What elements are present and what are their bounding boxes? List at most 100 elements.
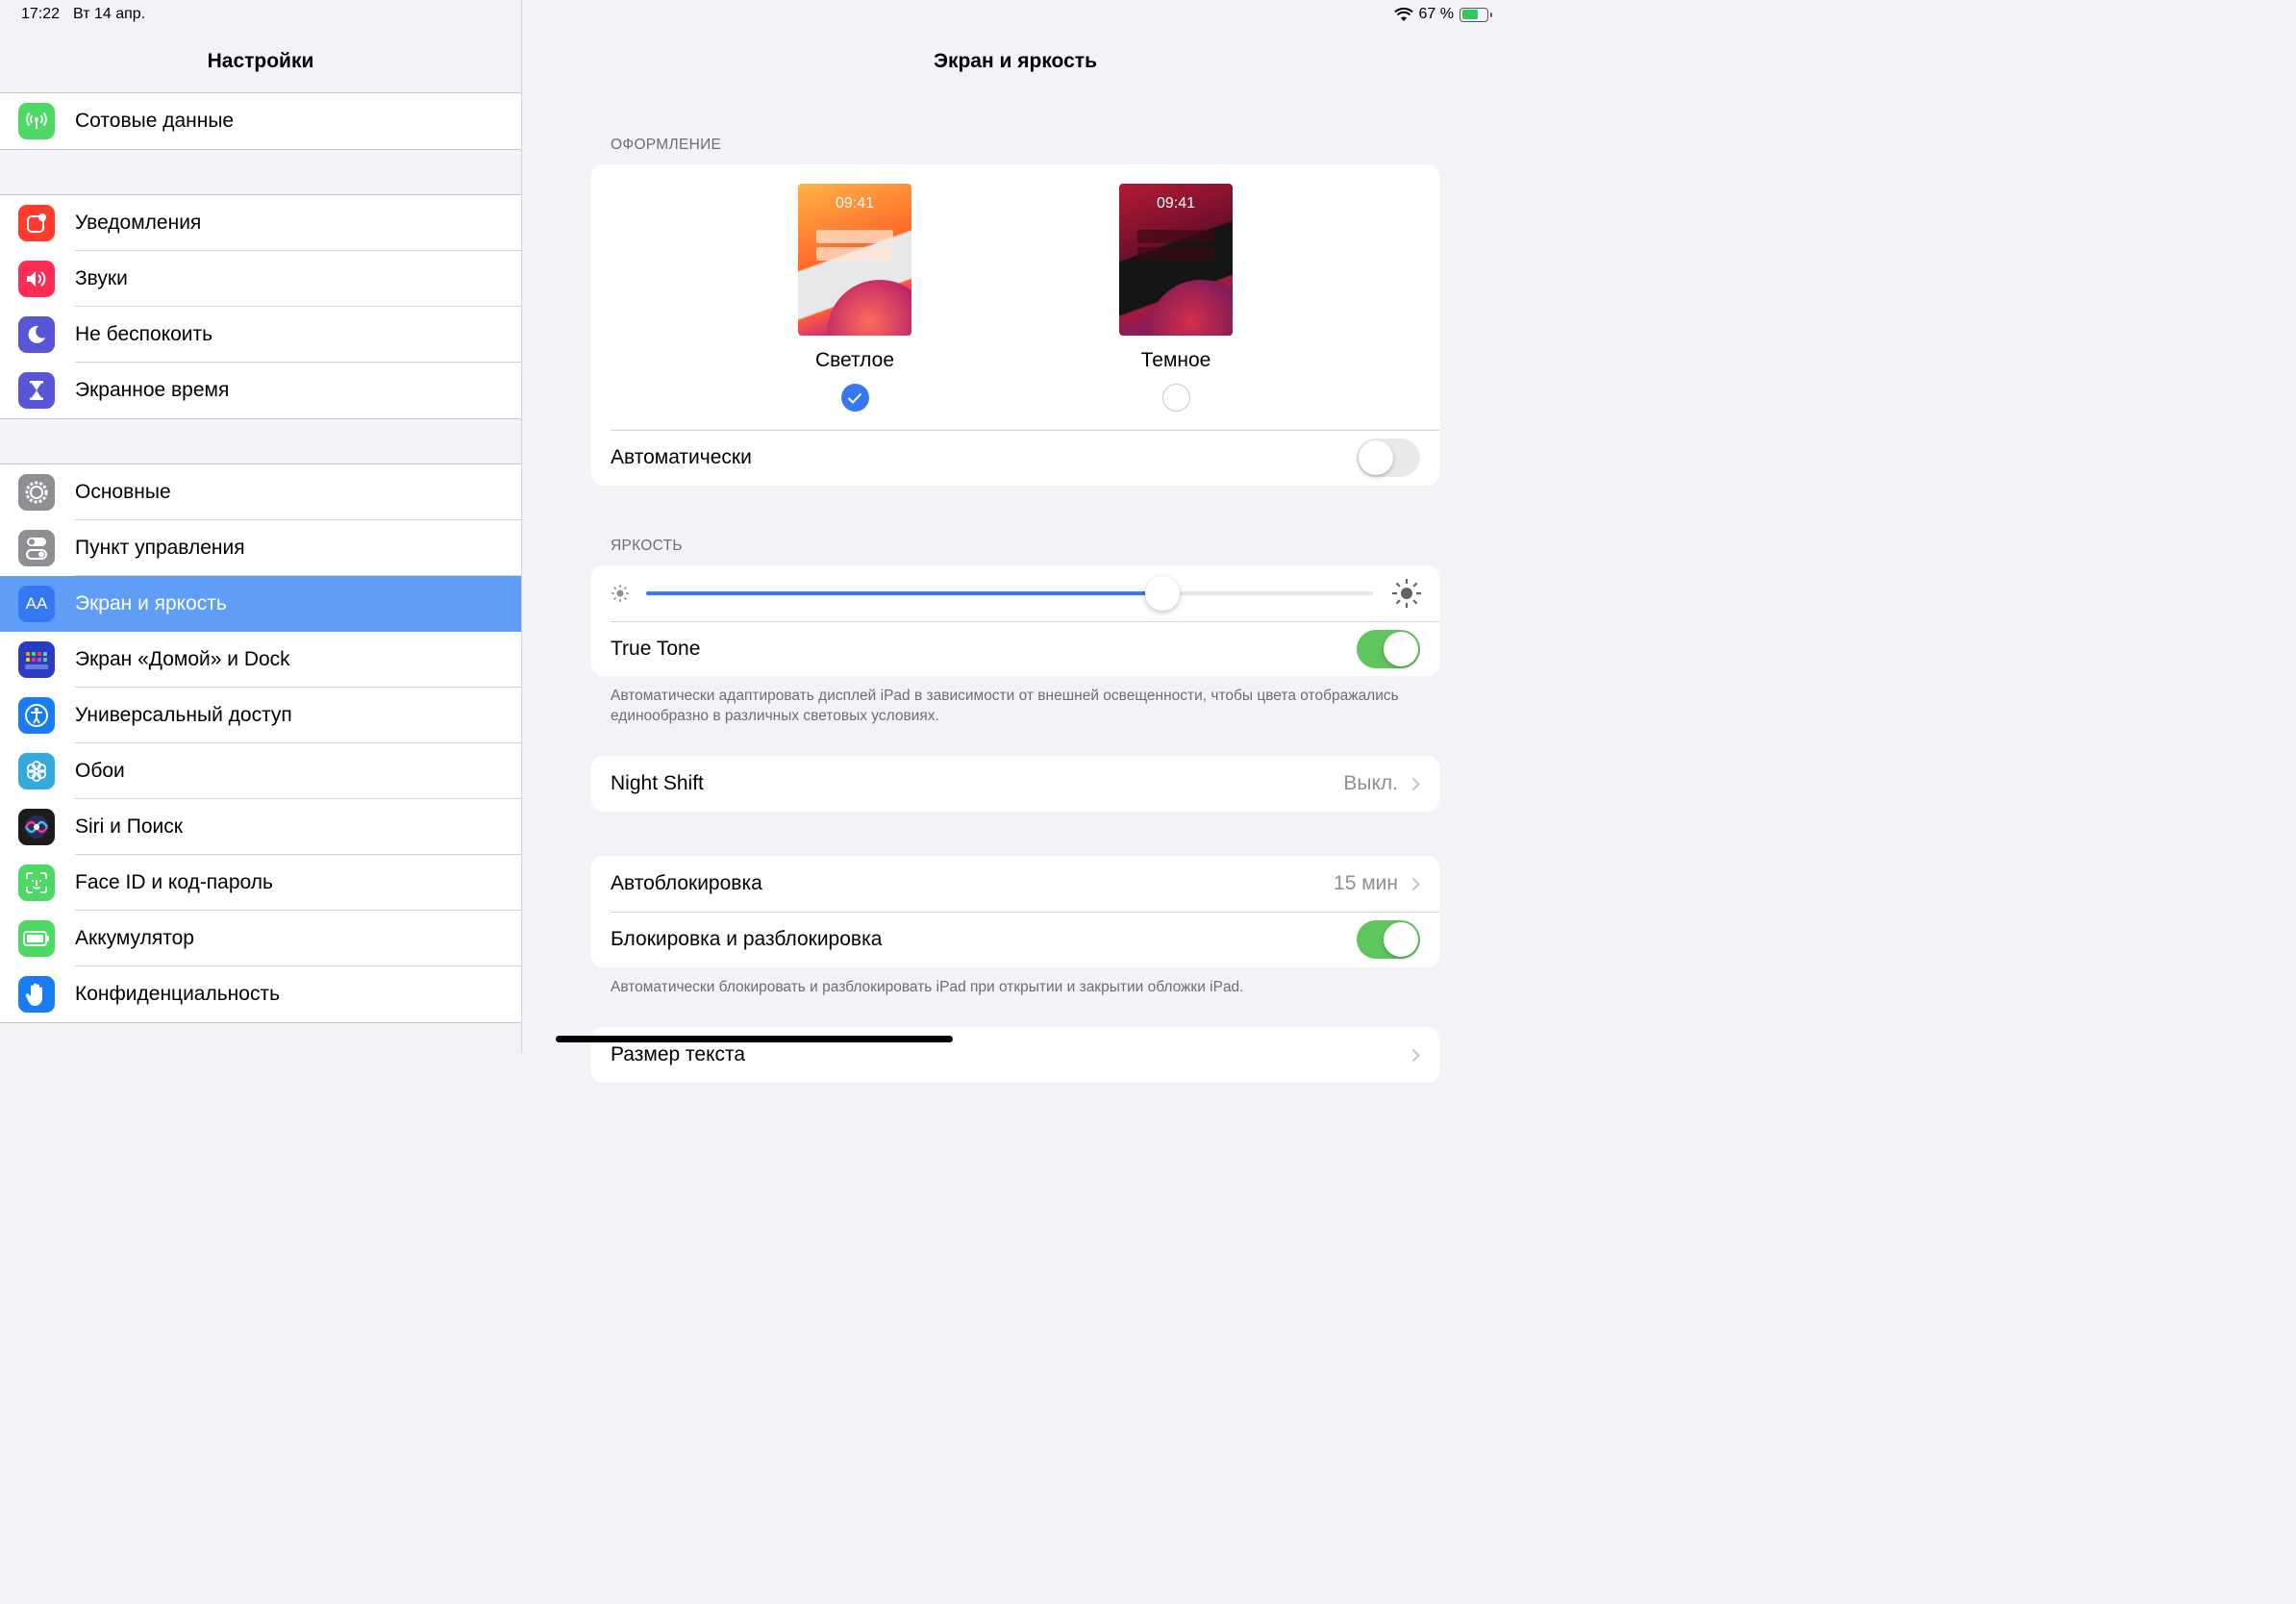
dark-option-radio[interactable] — [1161, 384, 1190, 412]
sidebar-item-label: Экранное время — [75, 379, 230, 401]
auto-lock-row[interactable]: Автоблокировка 15 мин — [591, 856, 1439, 912]
night-shift-value: Выкл. — [1343, 772, 1398, 794]
brightness-card: True Tone — [591, 565, 1439, 676]
lock-unlock-footnote: Автоматически блокировать и разблокирова… — [611, 979, 1244, 995]
dark-preview-image: 09:41 — [1119, 184, 1233, 336]
sidebar-item-label: Экран «Домой» и Dock — [75, 632, 521, 688]
checkmark-icon — [847, 392, 862, 404]
true-tone-toggle[interactable] — [1357, 630, 1420, 668]
status-date: Вт 14 апр. — [73, 6, 146, 22]
brightness-slider-knob[interactable] — [1144, 576, 1180, 611]
automatic-toggle[interactable] — [1357, 439, 1420, 477]
sidebar-item-do-not-disturb[interactable]: Не беспокоить — [0, 307, 521, 363]
sidebar-item-label: Уведомления — [75, 195, 521, 251]
chevron-right-icon — [1411, 1048, 1420, 1062]
true-tone-footnote: Автоматически адаптировать дисплей iPad … — [611, 688, 1399, 724]
appearance-dark-option[interactable]: 09:41 Темное — [1119, 184, 1233, 412]
sidebar-item-label: Конфиденциальность — [75, 983, 281, 1005]
chevron-right-icon — [1411, 877, 1420, 890]
hand-icon — [18, 976, 55, 1013]
lock-unlock-row: Блокировка и разблокировка — [591, 912, 1439, 967]
gear-icon — [18, 474, 55, 511]
sidebar-item-screen-time[interactable]: Экранное время — [0, 363, 521, 418]
light-preview-image: 09:41 — [798, 184, 911, 336]
sidebar-item-label: Пункт управления — [75, 520, 521, 576]
sidebar-item-privacy[interactable]: Конфиденциальность — [0, 966, 521, 1022]
light-preview-time: 09:41 — [835, 195, 875, 212]
dark-option-label: Темное — [1140, 349, 1211, 371]
chevron-right-icon — [1411, 777, 1420, 790]
sidebar-item-label: Звуки — [75, 251, 521, 307]
battery-icon — [1460, 7, 1492, 22]
sidebar-item-general[interactable]: Основные — [0, 464, 521, 520]
section-label-appearance: ОФОРМЛЕНИЕ — [611, 137, 722, 153]
status-bar-right: 67 % — [1393, 6, 1492, 23]
sidebar-item-wallpaper[interactable]: Обои — [0, 743, 521, 799]
sidebar-item-notifications[interactable]: Уведомления — [0, 195, 521, 251]
notifications-icon — [18, 205, 55, 241]
sidebar-item-label: Не беспокоить — [75, 307, 521, 363]
sidebar-item-battery[interactable]: Аккумулятор — [0, 911, 521, 966]
sun-small-icon — [611, 585, 629, 602]
sidebar-item-control-center[interactable]: Пункт управления — [0, 520, 521, 576]
lock-unlock-label: Блокировка и разблокировка — [611, 928, 883, 950]
text-size-icon: AA — [18, 586, 55, 622]
sidebar-group-notifications: Уведомления Звуки Не беспокоить Экранное… — [0, 194, 521, 419]
sidebar-item-display-brightness[interactable]: AA Экран и яркость — [0, 576, 521, 632]
night-shift-card: Night Shift Выкл. — [591, 756, 1439, 812]
sidebar-item-label: Face ID и код-пароль — [75, 855, 521, 911]
appearance-light-option[interactable]: 09:41 Светлое — [798, 184, 911, 412]
section-label-brightness: ЯРКОСТЬ — [611, 538, 683, 554]
sidebar-item-label: Экран и яркость — [75, 592, 227, 614]
night-shift-label: Night Shift — [611, 772, 704, 794]
automatic-row: Автоматически — [591, 430, 1439, 486]
sidebar-title: Настройки — [207, 50, 314, 72]
detail-pane: Экран и яркость ОФОРМЛЕНИЕ 09:41 Светлое… — [523, 0, 1508, 1083]
moon-icon — [18, 316, 55, 353]
sidebar-group-cellular: Сотовые данные — [0, 93, 521, 150]
speaker-icon — [18, 261, 55, 297]
battery-percent: 67 % — [1418, 6, 1454, 22]
antenna-icon — [18, 103, 55, 139]
home-indicator[interactable] — [556, 1036, 953, 1042]
auto-lock-value: 15 мин — [1334, 872, 1398, 894]
sidebar-item-sounds[interactable]: Звуки — [0, 251, 521, 307]
battery-icon — [18, 920, 55, 957]
wifi-icon — [1393, 7, 1413, 21]
status-time: 17:22 — [21, 6, 61, 22]
siri-icon — [18, 809, 55, 845]
sidebar-item-label: Основные — [75, 464, 521, 520]
brightness-slider[interactable] — [646, 576, 1373, 611]
night-shift-row[interactable]: Night Shift Выкл. — [591, 756, 1439, 812]
lock-unlock-toggle[interactable] — [1357, 920, 1420, 959]
light-option-radio[interactable] — [840, 384, 869, 412]
sidebar-item-home-screen-dock[interactable]: Экран «Домой» и Dock — [0, 632, 521, 688]
light-option-label: Светлое — [814, 349, 895, 371]
sidebar-item-label: Siri и Поиск — [75, 799, 521, 855]
sidebar-item-face-id[interactable]: Face ID и код-пароль — [0, 855, 521, 911]
sidebar-item-label: Аккумулятор — [75, 911, 521, 966]
appearance-card: 09:41 Светлое 09:41 Темное Автоматически — [591, 164, 1439, 486]
toggles-icon — [18, 530, 55, 566]
brightness-slider-row — [591, 565, 1439, 621]
dark-preview-time: 09:41 — [1156, 195, 1196, 212]
true-tone-label: True Tone — [611, 638, 701, 660]
sidebar-item-siri-search[interactable]: Siri и Поиск — [0, 799, 521, 855]
lock-card: Автоблокировка 15 мин Блокировка и разбл… — [591, 856, 1439, 967]
sidebar-item-label: Обои — [75, 743, 521, 799]
automatic-label: Автоматически — [611, 446, 752, 468]
flower-icon — [18, 753, 55, 789]
accessibility-icon — [18, 697, 55, 734]
status-bar-left: 17:22 Вт 14 апр. — [21, 6, 159, 23]
face-id-icon — [18, 865, 55, 901]
hourglass-icon — [18, 372, 55, 409]
text-size-label: Размер текста — [611, 1043, 746, 1065]
sidebar-item-accessibility[interactable]: Универсальный доступ — [0, 688, 521, 743]
sidebar-item-label: Сотовые данные — [75, 110, 235, 132]
sun-large-icon — [1392, 579, 1421, 608]
page-title: Экран и яркость — [934, 50, 1097, 72]
auto-lock-label: Автоблокировка — [611, 872, 762, 894]
sidebar-item-cellular[interactable]: Сотовые данные — [0, 93, 521, 149]
sidebar-item-label: Универсальный доступ — [75, 688, 521, 743]
sidebar: Настройки Сотовые данные Уведомления Зву… — [0, 0, 522, 1053]
